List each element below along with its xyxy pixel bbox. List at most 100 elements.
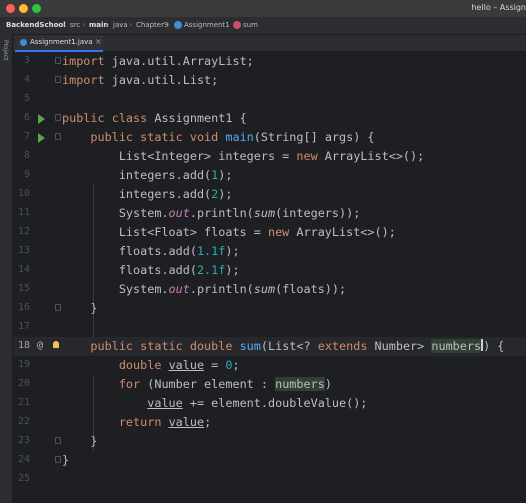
code-line: 19 double value = 0; (13, 356, 526, 375)
code-text: List<Integer> integers = new ArrayList<>… (62, 149, 425, 163)
code-line: 7 public static void main(String[] args)… (13, 128, 526, 147)
line-number: 11 (17, 207, 30, 218)
code-text: List<Float> floats = new ArrayList<>(); (62, 225, 396, 239)
code-text: floats.add(1.1f); (62, 244, 240, 258)
line-number: 17 (17, 321, 30, 332)
code-text: value += element.doubleValue(); (147, 396, 368, 410)
code-text: for (Number element : numbers) (118, 377, 332, 391)
code-text: } (62, 453, 70, 467)
code-text: integers.add(2); (62, 187, 233, 201)
breadcrumb-separator: › (106, 20, 110, 29)
code-line: 24 } (13, 451, 526, 470)
breadcrumb-java[interactable]: java (113, 21, 128, 29)
class-icon (174, 21, 182, 29)
line-number: 19 (17, 359, 30, 370)
code-line: 9 integers.add(1); (13, 166, 526, 185)
fold-icon[interactable] (55, 437, 61, 444)
project-tool-button[interactable]: Project (2, 40, 9, 61)
code-line: 10 integers.add(2); (13, 185, 526, 204)
run-class-icon[interactable] (38, 114, 45, 124)
close-window-button[interactable] (6, 4, 15, 13)
tab-assignment1-java[interactable]: Assignment1.java × (15, 35, 103, 52)
text-caret (481, 339, 484, 351)
line-number: 16 (17, 302, 30, 313)
code-text: System.out.println(sum(floats)); (62, 282, 347, 296)
java-class-icon (20, 39, 27, 46)
line-number: 7 (23, 131, 30, 142)
code-text: double value = 0; (118, 358, 240, 372)
fold-icon[interactable] (55, 57, 61, 64)
line-number: 15 (17, 283, 30, 294)
breadcrumb-separator: › (82, 20, 86, 29)
code-editor[interactable]: 3 import java.util.ArrayList; 4 import j… (13, 52, 526, 503)
code-text: return value; (118, 415, 212, 429)
code-line: 3 import java.util.ArrayList; (13, 52, 526, 71)
lightbulb-icon[interactable] (53, 341, 59, 348)
line-number: 18 (17, 340, 30, 351)
fold-icon[interactable] (55, 456, 61, 463)
line-number: 4 (23, 74, 30, 85)
line-number: 21 (17, 397, 30, 408)
title-bar: hello – Assign (0, 0, 526, 17)
code-line: 6 public class Assignment1 { (13, 109, 526, 128)
line-number: 22 (17, 416, 30, 427)
line-number: 9 (23, 169, 30, 180)
code-text: public static double sum(List<? extends … (90, 339, 505, 353)
breadcrumb: BackendSchool › src › main › java › Chap… (0, 17, 526, 35)
code-line: 20 for (Number element : numbers) (13, 375, 526, 394)
override-marker-icon[interactable]: @ (37, 340, 43, 351)
code-text: System.out.println(sum(integers)); (62, 206, 361, 220)
code-line: 17 (13, 318, 526, 337)
code-text: public class Assignment1 { (62, 111, 247, 125)
breadcrumb-chapter[interactable]: Chapter9 (136, 21, 168, 29)
code-line: 22 return value; (13, 413, 526, 432)
line-number: 13 (17, 245, 30, 256)
code-text: } (62, 301, 98, 315)
method-icon (233, 21, 241, 29)
code-line: 25 (13, 470, 526, 489)
minimize-window-button[interactable] (19, 4, 28, 13)
line-number: 6 (23, 112, 30, 123)
line-number: 3 (23, 55, 30, 66)
breadcrumb-class[interactable]: Assignment1 (184, 21, 230, 29)
breadcrumb-separator: › (129, 20, 133, 29)
code-line: 21 value += element.doubleValue(); (13, 394, 526, 413)
line-number: 24 (17, 454, 30, 465)
code-line-current: 18 @ public static double sum(List<? ext… (13, 337, 526, 356)
code-line: 12 List<Float> floats = new ArrayList<>(… (13, 223, 526, 242)
code-line: 13 floats.add(1.1f); (13, 242, 526, 261)
window-title: hello – Assign (471, 3, 526, 12)
code-line: 11 System.out.println(sum(integers)); (13, 204, 526, 223)
maximize-window-button[interactable] (32, 4, 41, 13)
line-number: 12 (17, 226, 30, 237)
line-number: 23 (17, 435, 30, 446)
breadcrumb-src[interactable]: src (70, 21, 80, 29)
line-number: 10 (17, 188, 30, 199)
code-line: 5 (13, 90, 526, 109)
breadcrumb-separator: › (167, 20, 171, 29)
code-line: 4 import java.util.List; (13, 71, 526, 90)
code-text: public static void main(String[] args) { (90, 130, 375, 144)
code-text: integers.add(1); (62, 168, 233, 182)
line-number: 8 (23, 150, 30, 161)
code-line: 23 } (13, 432, 526, 451)
code-text: } (62, 434, 98, 448)
breadcrumb-separator: › (62, 20, 66, 29)
editor-tab-bar: Assignment1.java × (13, 35, 526, 52)
line-number: 14 (17, 264, 30, 275)
fold-icon[interactable] (55, 114, 61, 121)
code-line: 8 List<Integer> integers = new ArrayList… (13, 147, 526, 166)
fold-icon[interactable] (55, 304, 61, 311)
fold-icon[interactable] (55, 133, 61, 140)
code-text: import java.util.ArrayList; (62, 54, 254, 68)
close-tab-icon[interactable]: × (95, 37, 102, 46)
run-main-icon[interactable] (38, 133, 45, 143)
code-line: 16 } (13, 299, 526, 318)
code-text: import java.util.List; (62, 73, 219, 87)
fold-icon[interactable] (55, 76, 61, 83)
code-line: 15 System.out.println(sum(floats)); (13, 280, 526, 299)
breadcrumb-method[interactable]: sum (243, 21, 258, 29)
breadcrumb-project[interactable]: BackendSchool (6, 21, 66, 29)
code-text: floats.add(2.1f); (62, 263, 240, 277)
line-number: 5 (23, 93, 30, 104)
